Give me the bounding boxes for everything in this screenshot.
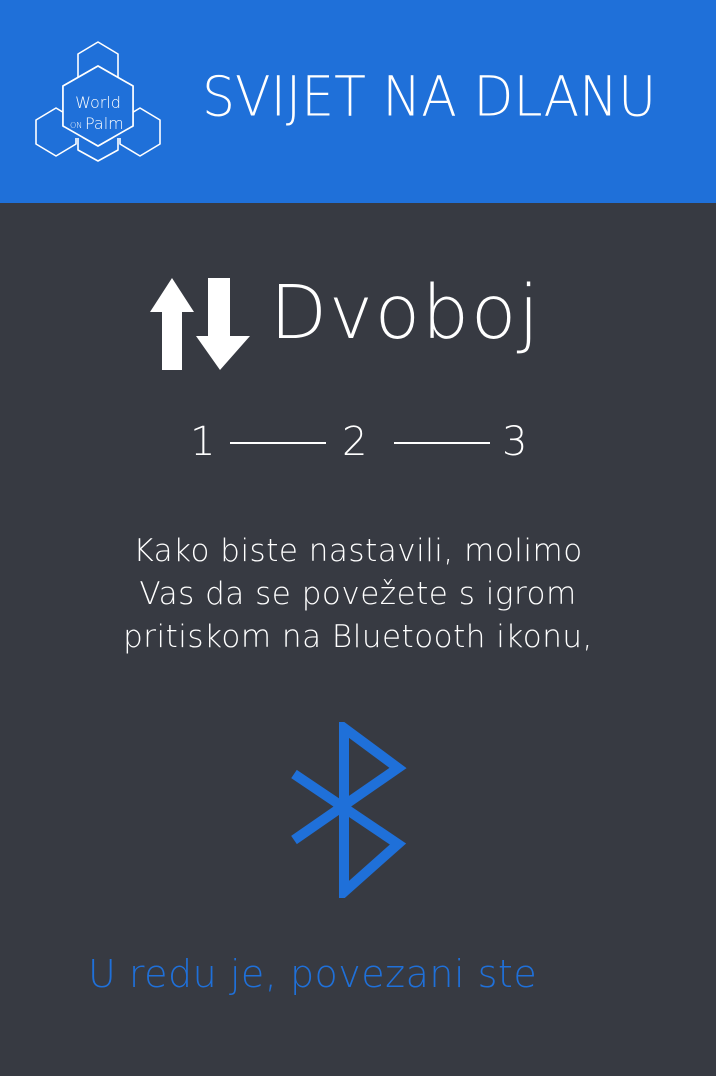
instruction-line: Kako biste nastavili, molimo xyxy=(133,533,583,569)
step-indicator: 1 2 3 xyxy=(190,420,550,464)
app-header: World ON Palm SVIJET NA DLANU xyxy=(0,0,716,203)
step-3: 3 xyxy=(502,419,528,465)
logo-text-world: World xyxy=(75,93,121,112)
step-1: 1 xyxy=(190,419,216,465)
bluetooth-icon[interactable] xyxy=(288,718,408,904)
up-down-arrows-icon xyxy=(150,276,254,372)
app-title: SVIJET NA DLANU xyxy=(202,65,657,130)
step-connector xyxy=(230,442,326,444)
world-on-palm-logo: World ON Palm xyxy=(34,40,162,162)
step-connector xyxy=(394,442,490,444)
game-mode-heading: Dvoboj xyxy=(150,276,570,372)
mode-title: Dvoboj xyxy=(270,270,541,356)
instruction-message: Kako biste nastavili, molimo Vas da se p… xyxy=(58,530,658,659)
instruction-line: Vas da se povežete s igrom xyxy=(139,576,577,612)
connection-status: U redu je, povezani ste xyxy=(88,952,538,996)
instruction-line: pritiskom na Bluetooth ikonu, xyxy=(123,619,593,655)
step-2: 2 xyxy=(342,419,368,465)
logo-text-palm: Palm xyxy=(85,114,124,133)
hexagon-logo-icon: World ON Palm xyxy=(35,41,161,162)
logo-text-on: ON xyxy=(70,121,82,130)
